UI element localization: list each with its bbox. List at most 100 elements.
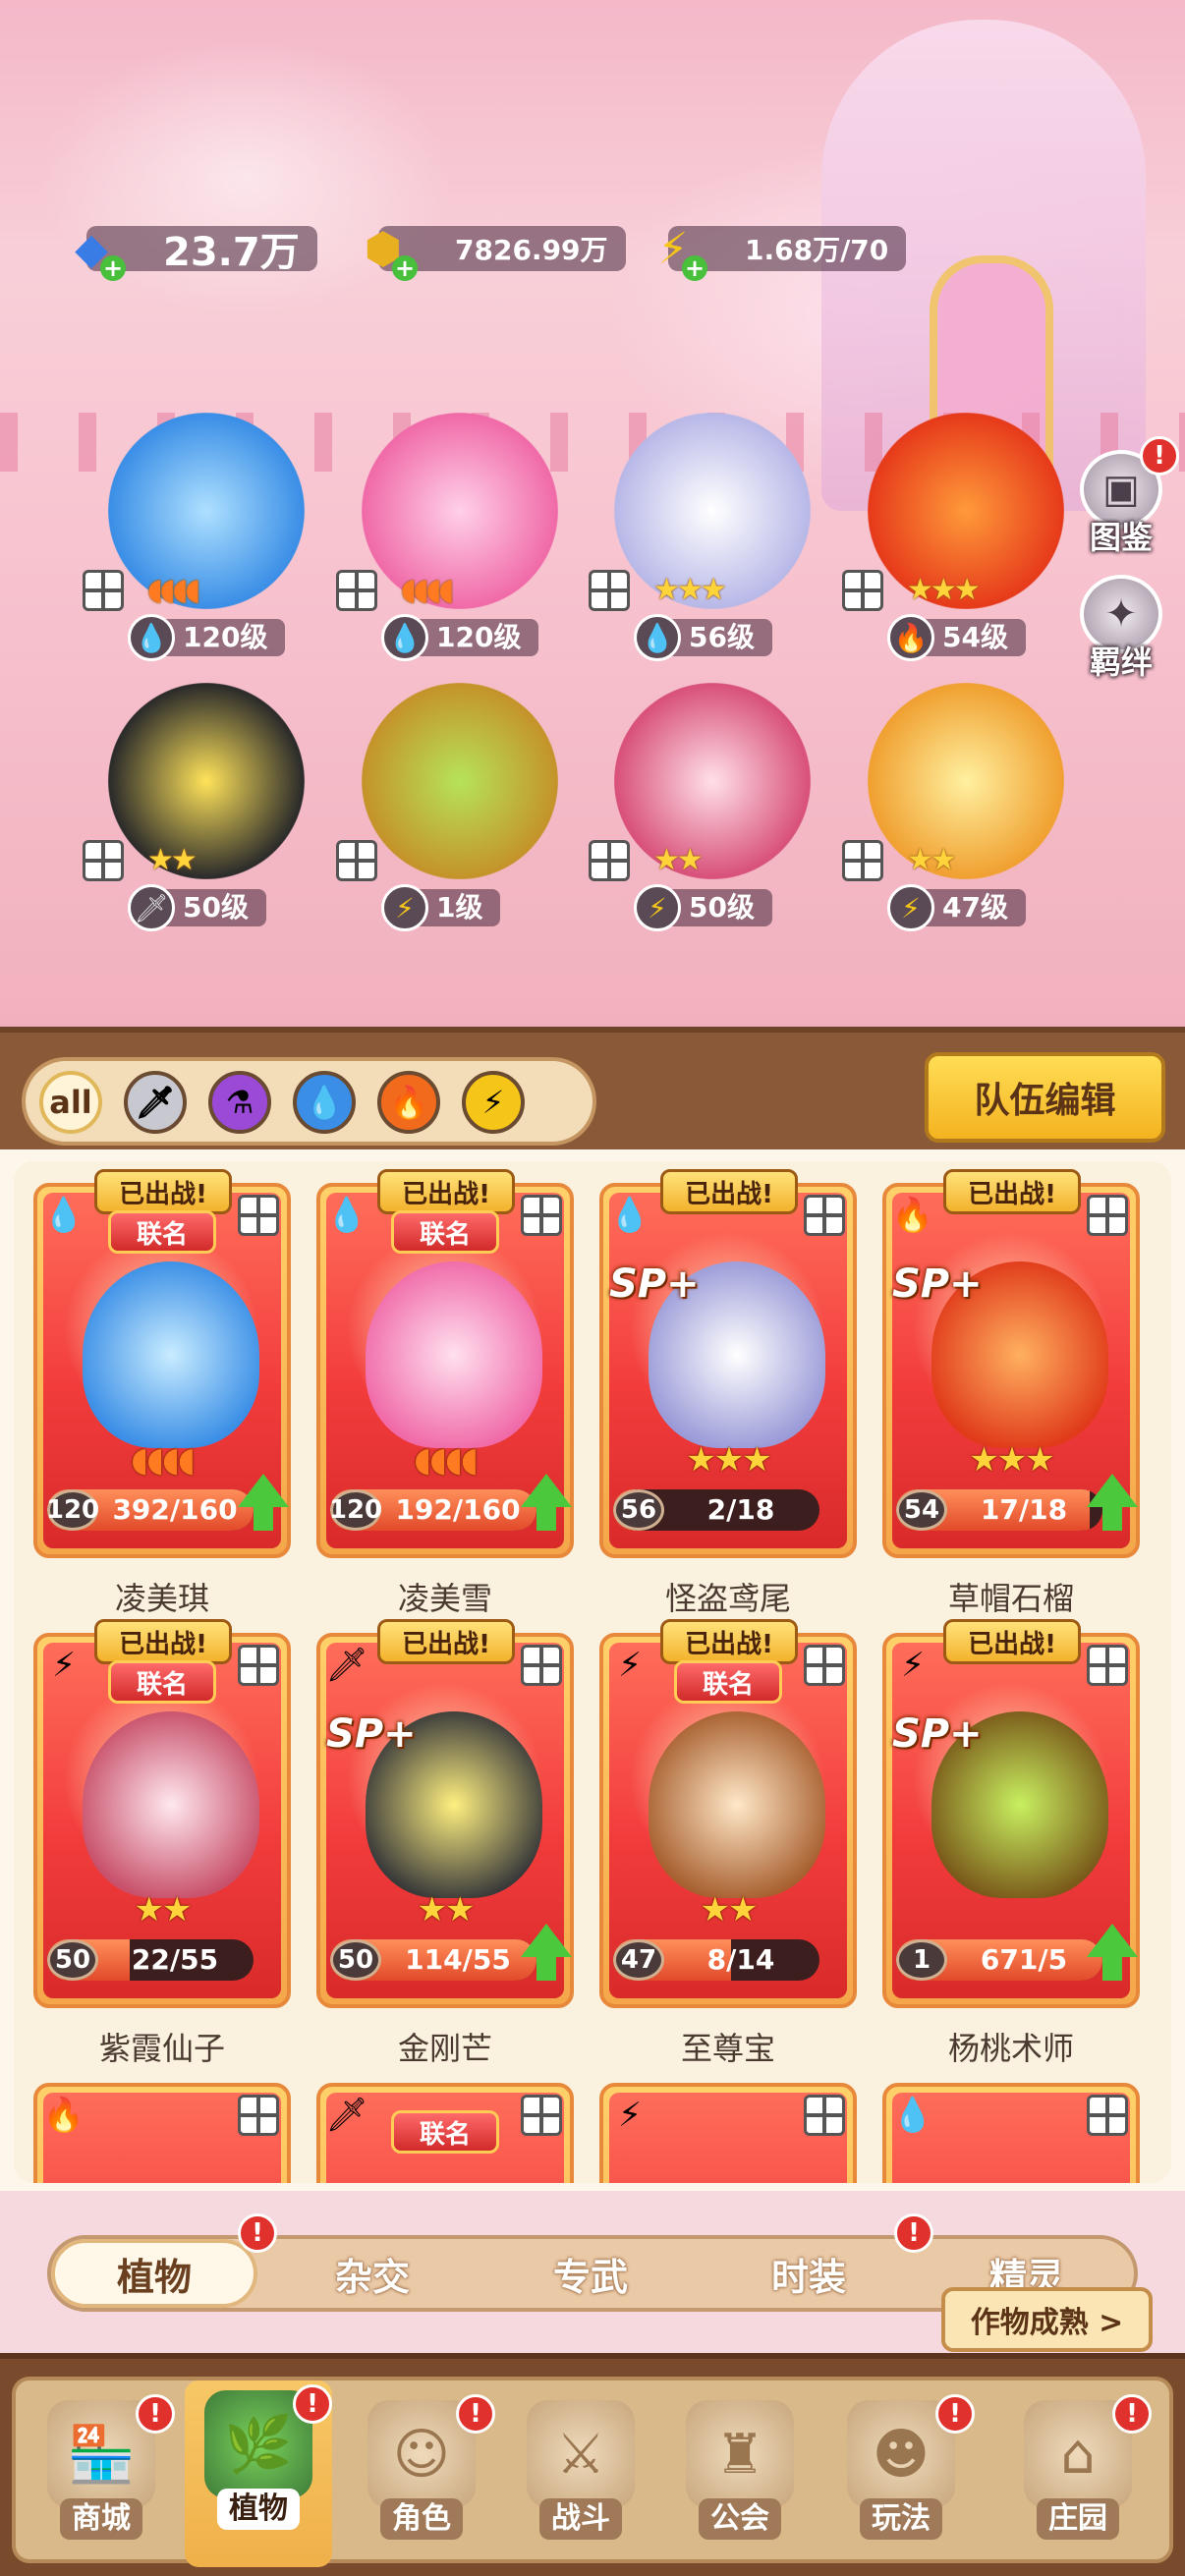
- filter-thunder-button[interactable]: ⚡: [462, 1071, 525, 1134]
- team-slot-5[interactable]: ★★ 🗡 50级: [79, 683, 334, 948]
- water-drop-icon: 💧: [128, 614, 175, 661]
- plant-card[interactable]: 💧: [882, 2083, 1140, 2183]
- team-slot-6[interactable]: ⚡ 1级: [332, 683, 588, 948]
- card-grid: 已出战! 💧 联名 ◖◖◖◖ 120 392/160 凌美琪 已出战! 💧 联名 ◖◖◖◖ 120 19…: [14, 1161, 1171, 2183]
- hero-stars: ◖◖◖◖: [147, 573, 200, 607]
- filter-water-button[interactable]: 💧: [293, 1071, 356, 1134]
- shard-progress-bar: 47 8/14: [613, 1939, 819, 1981]
- deployed-badge: 已出战!: [943, 1169, 1081, 1214]
- crop-ready-button[interactable]: 作物成熟 >: [941, 2287, 1153, 2352]
- plant-portrait: [366, 1261, 542, 1448]
- plant-card[interactable]: 已出战! ⚡ 联名 ★★ 50 22/55: [33, 1619, 291, 2008]
- plant-card[interactable]: 🗡 联名: [316, 2083, 574, 2183]
- tab-hybrid[interactable]: 杂交: [269, 2239, 476, 2308]
- grid-icon[interactable]: [238, 1645, 279, 1686]
- upgrade-arrow-icon[interactable]: [1087, 1924, 1138, 1981]
- team-edit-button[interactable]: 队伍编辑: [925, 1052, 1165, 1143]
- plant-name: 凌美雪: [397, 1580, 492, 1617]
- grid-icon[interactable]: [521, 1195, 562, 1236]
- link-name-badge: 联名: [108, 1210, 216, 1254]
- plant-card[interactable]: 已出战! 💧 SP+ ★★★ 56 2/18: [599, 1169, 857, 1558]
- hero-stars: ★★★: [653, 573, 727, 607]
- lightning-icon: ⚡: [887, 884, 934, 931]
- nav-manor[interactable]: ⌂ 庄园 !: [1004, 2390, 1152, 2557]
- hero-portrait: [614, 683, 811, 879]
- hero-portrait: [108, 413, 305, 609]
- nav-label: 商城: [60, 2498, 142, 2540]
- upgrade-arrow-icon[interactable]: [238, 1474, 289, 1531]
- grid-icon[interactable]: [1087, 1195, 1128, 1236]
- grid-icon: [589, 840, 630, 881]
- grid-icon: [83, 570, 124, 611]
- sp-plus-badge: SP+: [326, 1711, 417, 1757]
- filter-metal-button[interactable]: 🗡: [124, 1071, 187, 1134]
- bottom-navigation: 🏪 商城 ! 🌿 植物 ! ☺ 角色 ! ⚔ 战斗 ♜ 公会 ☻ 玩法 ! ⌂: [0, 2353, 1185, 2576]
- plant-card[interactable]: 已出战! 💧 联名 ◖◖◖◖ 120 192/160: [316, 1169, 574, 1558]
- grid-icon[interactable]: [1087, 1645, 1128, 1686]
- energy-currency[interactable]: ⚡ + 1.68万/70: [639, 221, 907, 281]
- filter-fire-button[interactable]: 🔥: [377, 1071, 440, 1134]
- upgrade-arrow-icon[interactable]: [1087, 1474, 1138, 1531]
- grid-icon[interactable]: [238, 1195, 279, 1236]
- plant-card[interactable]: ⚡: [599, 2083, 857, 2183]
- nav-guild[interactable]: ♜ 公会: [666, 2390, 814, 2557]
- grid-icon[interactable]: [521, 2095, 562, 2136]
- upgrade-arrow-icon[interactable]: [521, 1924, 572, 1981]
- grid-icon[interactable]: [521, 1645, 562, 1686]
- team-slot-4[interactable]: ★★★ 🔥 54级: [838, 413, 1094, 678]
- gold-currency[interactable]: ⬢ + 7826.99万: [349, 221, 626, 281]
- nav-gameplay[interactable]: ☻ 玩法 !: [827, 2390, 975, 2557]
- upgrade-arrow-icon[interactable]: [521, 1474, 572, 1531]
- team-slot-1[interactable]: ◖◖◖◖ 💧 120级: [79, 413, 334, 678]
- plant-level: 54: [896, 1489, 947, 1531]
- nav-shop[interactable]: 🏪 商城 !: [28, 2390, 175, 2557]
- hero-portrait: [868, 683, 1064, 879]
- plant-card-panel: 已出战! 💧 联名 ◖◖◖◖ 120 392/160 凌美琪 已出战! 💧 联名 ◖◖◖◖ 120 19…: [0, 1149, 1185, 2191]
- nav-label: 战斗: [539, 2498, 622, 2540]
- grid-icon[interactable]: [238, 2095, 279, 2136]
- plant-card[interactable]: 已出战! 🗡 SP+ ★★ 50 114/55: [316, 1619, 574, 2008]
- plant-card[interactable]: 🔥: [33, 2083, 291, 2183]
- nav-plants[interactable]: 🌿 植物 !: [185, 2380, 332, 2567]
- nav-characters[interactable]: ☺ 角色 !: [348, 2390, 495, 2557]
- alert-badge: !: [238, 2213, 277, 2253]
- team-slot-3[interactable]: ★★★ 💧 56级: [585, 413, 840, 678]
- alert-badge: !: [456, 2394, 495, 2434]
- team-slot-7[interactable]: ★★ ⚡ 50级: [585, 683, 840, 948]
- grid-icon[interactable]: [1087, 2095, 1128, 2136]
- plant-card[interactable]: 已出战! ⚡ 联名 ★★ 47 8/14: [599, 1619, 857, 2008]
- shard-progress-text: 8/14: [706, 1943, 775, 1976]
- plant-card[interactable]: 已出战! ⚡ SP+ 1 671/5: [882, 1619, 1140, 2008]
- nav-label: 庄园: [1037, 2498, 1119, 2540]
- shard-progress-bar: 56 2/18: [613, 1489, 819, 1531]
- plant-card[interactable]: 已出战! 💧 联名 ◖◖◖◖ 120 392/160: [33, 1169, 291, 1558]
- team-slot-2[interactable]: ◖◖◖◖ 💧 120级: [332, 413, 588, 678]
- water-drop-icon: 💧: [891, 2096, 934, 2135]
- shard-progress-bar: 120 392/160: [47, 1489, 254, 1531]
- water-drop-icon: 💧: [305, 1084, 344, 1121]
- gem-currency[interactable]: ◆ + 23.7万: [57, 221, 317, 281]
- lightning-icon: ⚡: [618, 2096, 642, 2135]
- alert-badge: !: [136, 2394, 175, 2434]
- element-filter-group: all 🗡 ⚗ 💧 🔥 ⚡: [22, 1057, 596, 1146]
- tab-plants[interactable]: 植物: [51, 2239, 257, 2308]
- plant-level: 1: [896, 1939, 947, 1981]
- plant-name: 杨桃术师: [947, 2030, 1074, 2067]
- grid-icon[interactable]: [804, 2095, 845, 2136]
- nav-battle[interactable]: ⚔ 战斗: [507, 2390, 654, 2557]
- shard-progress-text: 2/18: [706, 1493, 775, 1526]
- gem-icon: ◆ +: [57, 214, 126, 283]
- team-slot-8[interactable]: ★★ ⚡ 47级: [838, 683, 1094, 948]
- filter-poison-button[interactable]: ⚗: [208, 1071, 271, 1134]
- grid-icon[interactable]: [804, 1195, 845, 1236]
- grid-icon: [842, 570, 883, 611]
- tab-weapons[interactable]: 专武: [487, 2239, 694, 2308]
- grid-icon[interactable]: [804, 1645, 845, 1686]
- filter-all-button[interactable]: all: [39, 1071, 102, 1134]
- hero-stars: ★★: [147, 843, 198, 877]
- sp-plus-badge: SP+: [892, 1711, 983, 1757]
- tab-costume[interactable]: 时装: [705, 2239, 912, 2308]
- hero-portrait: [362, 683, 558, 879]
- fire-icon: 🔥: [389, 1084, 428, 1121]
- plant-card[interactable]: 已出战! 🔥 SP+ ★★★ 54 17/18: [882, 1169, 1140, 1558]
